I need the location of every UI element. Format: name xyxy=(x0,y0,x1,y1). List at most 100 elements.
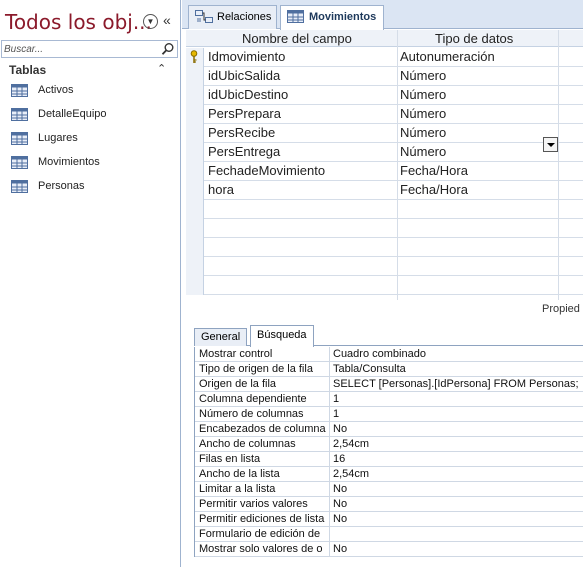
property-value[interactable]: No xyxy=(333,513,347,525)
table-row[interactable]: PersPrepara Número xyxy=(186,105,583,124)
table-row[interactable]: hora Fecha/Hora xyxy=(186,181,583,200)
nav-menu-dropdown-icon[interactable]: ▼ xyxy=(143,14,158,29)
table-row-empty[interactable] xyxy=(186,219,583,238)
property-value[interactable]: Cuadro combinado xyxy=(333,348,426,360)
field-name[interactable]: PersPrepara xyxy=(208,106,281,121)
property-row[interactable]: Origen de la fila SELECT [Personas].[IdPe… xyxy=(195,377,583,392)
row-selector[interactable] xyxy=(186,48,204,67)
property-row[interactable]: Mostrar control Cuadro combinado xyxy=(195,347,583,362)
property-value[interactable]: No xyxy=(333,423,347,435)
table-icon xyxy=(11,132,28,145)
tab-movimientos[interactable]: Movimientos xyxy=(280,5,384,30)
search-input[interactable] xyxy=(4,42,154,56)
tab-busqueda[interactable]: Búsqueda xyxy=(250,325,314,347)
property-value[interactable]: 16 xyxy=(333,453,345,465)
property-row[interactable]: Mostrar solo valores de o No xyxy=(195,542,583,557)
property-name: Columna dependiente xyxy=(199,393,307,405)
collapse-group-icon[interactable]: ⌃ xyxy=(157,62,166,75)
property-row[interactable]: Número de columnas 1 xyxy=(195,407,583,422)
row-selector[interactable] xyxy=(186,219,204,238)
property-row[interactable]: Encabezados de columna No xyxy=(195,422,583,437)
row-selector[interactable] xyxy=(186,67,204,86)
field-name[interactable]: PersEntrega xyxy=(208,144,280,159)
shutter-bar-collapse-icon[interactable]: « xyxy=(163,12,171,28)
field-name[interactable]: idUbicDestino xyxy=(208,87,288,102)
table-row-empty[interactable] xyxy=(186,238,583,257)
row-selector[interactable] xyxy=(186,238,204,257)
nav-item-label: Movimientos xyxy=(38,156,100,168)
data-type[interactable]: Número xyxy=(400,68,446,83)
field-name[interactable]: PersRecibe xyxy=(208,125,275,140)
data-type[interactable]: Número xyxy=(400,87,446,102)
tab-label: Relaciones xyxy=(217,11,272,23)
nav-item-personas[interactable]: Personas xyxy=(0,176,181,198)
row-selector[interactable] xyxy=(186,86,204,105)
tab-relaciones[interactable]: Relaciones xyxy=(188,5,277,29)
table-icon xyxy=(11,156,28,169)
property-value[interactable]: 1 xyxy=(333,393,339,405)
table-row-empty[interactable] xyxy=(186,200,583,219)
property-row[interactable]: Formulario de edición de xyxy=(195,527,583,542)
property-row[interactable]: Ancho de la lista 2,54cm xyxy=(195,467,583,482)
group-header-tablas[interactable]: Tablas ⌃ xyxy=(0,61,181,79)
property-row[interactable]: Limitar a la lista No xyxy=(195,482,583,497)
nav-item-detalleequipo[interactable]: DetalleEquipo xyxy=(0,104,181,126)
row-selector[interactable] xyxy=(186,105,204,124)
nav-item-movimientos[interactable]: Movimientos xyxy=(0,152,181,174)
property-value[interactable]: SELECT [Personas].[IdPersona] FROM Perso… xyxy=(333,378,579,390)
table-row[interactable]: PersRecibe Número xyxy=(186,124,583,143)
property-row[interactable]: Ancho de columnas 2,54cm xyxy=(195,437,583,452)
property-value[interactable]: Tabla/Consulta xyxy=(333,363,406,375)
tab-general[interactable]: General xyxy=(194,328,248,346)
property-row[interactable]: Filas en lista 16 xyxy=(195,452,583,467)
data-type[interactable]: Fecha/Hora xyxy=(400,182,468,197)
row-selector[interactable] xyxy=(186,162,204,181)
property-row[interactable]: Permitir varios valores No xyxy=(195,497,583,512)
property-value[interactable]: 2,54cm xyxy=(333,438,369,450)
row-selector[interactable] xyxy=(186,143,204,162)
field-name[interactable]: idUbicSalida xyxy=(208,68,280,83)
data-type[interactable]: Fecha/Hora xyxy=(400,163,468,178)
relationships-icon xyxy=(195,10,213,23)
search-box[interactable] xyxy=(1,40,178,58)
table-row-empty[interactable] xyxy=(186,276,583,295)
properties-label: Propied xyxy=(542,303,580,315)
property-value[interactable]: No xyxy=(333,543,347,555)
field-name[interactable]: Idmovimiento xyxy=(208,49,285,64)
property-value[interactable]: No xyxy=(333,483,347,495)
nav-header[interactable]: Todos los obj... ▼ « xyxy=(0,0,181,40)
column-header-field-name[interactable]: Nombre del campo xyxy=(242,31,352,46)
data-type[interactable]: Número xyxy=(400,125,446,140)
table-row-empty[interactable] xyxy=(186,257,583,276)
row-selector[interactable] xyxy=(186,181,204,200)
table-row[interactable]: idUbicDestino Número xyxy=(186,86,583,105)
row-selector[interactable] xyxy=(186,257,204,276)
row-selector[interactable] xyxy=(186,124,204,143)
data-type[interactable]: Número xyxy=(400,106,446,121)
column-header-data-type[interactable]: Tipo de datos xyxy=(435,31,513,46)
field-name[interactable]: hora xyxy=(208,182,234,197)
table-design-grid[interactable]: Nombre del campo Tipo de datos Idmovimie… xyxy=(186,30,583,300)
row-selector[interactable] xyxy=(186,276,204,295)
nav-title[interactable]: Todos los obj... xyxy=(5,10,152,34)
table-row[interactable]: Idmovimiento Autonumeración xyxy=(186,48,583,67)
property-row[interactable]: Columna dependiente 1 xyxy=(195,392,583,407)
data-type[interactable]: Número xyxy=(400,144,446,159)
nav-item-label: Activos xyxy=(38,84,74,96)
data-type-dropdown-button[interactable] xyxy=(543,137,558,152)
table-row[interactable]: FechadeMovimiento Fecha/Hora xyxy=(186,162,583,181)
table-row[interactable]: PersEntrega Número xyxy=(186,143,583,162)
search-icon[interactable] xyxy=(161,42,175,56)
field-name[interactable]: FechadeMovimiento xyxy=(208,163,325,178)
table-icon xyxy=(11,180,28,193)
property-row[interactable]: Permitir ediciones de lista No xyxy=(195,512,583,527)
property-value[interactable]: 1 xyxy=(333,408,339,420)
data-type[interactable]: Autonumeración xyxy=(400,49,495,64)
nav-item-activos[interactable]: Activos xyxy=(0,80,181,102)
property-row[interactable]: Tipo de origen de la fila Tabla/Consulta xyxy=(195,362,583,377)
table-row[interactable]: idUbicSalida Número xyxy=(186,67,583,86)
property-value[interactable]: No xyxy=(333,498,347,510)
nav-item-lugares[interactable]: Lugares xyxy=(0,128,181,150)
row-selector[interactable] xyxy=(186,200,204,219)
property-value[interactable]: 2,54cm xyxy=(333,468,369,480)
